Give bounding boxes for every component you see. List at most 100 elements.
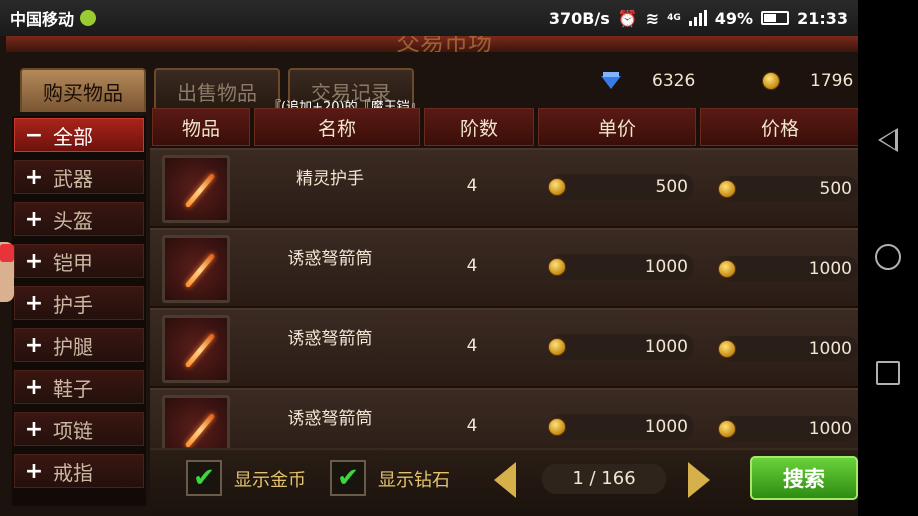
checkmark-icon: ✔ [337,463,359,493]
column-header-item: 物品 [152,108,250,146]
unit-price-value: 1000 [644,417,688,437]
unit-price: 1000 [548,414,694,440]
net-speed: 370B/s [548,8,610,28]
item-name: 精灵护手 [296,169,364,189]
bottom-toolbar: ✔ 显示金币 ✔ 显示钻石 1 / 166 搜索 [150,448,858,516]
category-label: 铠甲 [53,250,93,275]
gold-coin-icon [718,420,736,438]
category-sidebar: − 全部 + 武器 + 头盔 + 铠甲 + 护手 + 护腿 + 鞋子 + 项链 + 戒指 [12,116,146,506]
arrow-left-icon [494,462,516,498]
category-legs[interactable]: + 护腿 [14,328,144,362]
gold-coin-icon [548,258,566,276]
wifi-icon: ≋ [645,8,660,28]
item-name: 诱惑弩箭筒 [287,249,373,269]
category-all[interactable]: − 全部 [14,118,144,152]
gold-coin-icon [718,340,736,358]
show-diamond-label: 显示钻石 [378,470,450,491]
category-ring[interactable]: + 戒指 [14,454,144,488]
clock: 21:33 [797,8,848,28]
home-icon[interactable] [875,244,901,270]
market-panel: 交易市场 购买物品 出售物品 交易记录 6326 1796 『(追加+20)的『… [0,36,858,516]
tab-sell[interactable]: 出售物品 [154,68,280,112]
price-value: 1000 [808,419,852,439]
item-thumbnail [162,235,230,303]
category-helmet[interactable]: + 头盔 [14,202,144,236]
back-icon[interactable] [874,128,898,152]
diamond-count: 6326 [652,71,696,91]
notification-badge-icon [0,244,14,262]
category-label: 护手 [53,292,93,317]
table-row[interactable]: 精灵护手 4 500 500 [150,148,858,226]
gold-coin-icon [718,180,736,198]
system-nav-bar [858,0,918,516]
app-notification-icon [80,10,97,26]
item-thumbnail [162,155,230,223]
gold-coin-icon [548,338,566,356]
category-label: 项链 [53,418,93,443]
category-label: 戒指 [53,460,93,485]
expand-icon: + [24,164,44,190]
status-indicators: 370B/s ⏰ ≋ 4G 49% 21:33 [549,9,848,28]
table-row[interactable]: 诱惑弩箭筒 4 1000 1000 [150,308,858,386]
gold-coin-icon [548,418,566,436]
tab-buy[interactable]: 购买物品 [20,68,146,112]
item-thumbnail [162,315,230,383]
unit-price: 1000 [548,254,694,280]
show-diamond-checkbox[interactable]: ✔ [330,460,366,496]
category-label: 头盔 [53,208,93,233]
arrow-right-icon [688,462,710,498]
category-label: 全部 [53,124,93,149]
collapse-icon: − [24,122,44,148]
expand-icon: + [24,248,44,274]
gold-coin-icon [718,260,736,278]
signal-icon [688,10,707,26]
expand-icon: + [24,458,44,484]
total-price: 500 [718,176,858,202]
column-header-tier: 阶数 [424,108,534,146]
panel-title-bar: 交易市场 [6,36,858,52]
recent-apps-icon[interactable] [876,361,900,385]
checkmark-icon: ✔ [193,463,215,493]
category-armor[interactable]: + 铠甲 [14,244,144,278]
carrier-group: 中国移动 [10,6,97,30]
unit-price-value: 1000 [644,337,688,357]
gold-count: 1796 [810,71,854,91]
table-row[interactable]: 诱惑弩箭筒 4 1000 1000 [150,228,858,306]
gold-coin-icon [762,72,780,90]
unit-price-value: 1000 [644,257,688,277]
gold-coin-icon [548,178,566,196]
status-bar: 中国移动 370B/s ⏰ ≋ 4G 49% 21:33 [0,0,858,36]
expand-icon: + [24,416,44,442]
category-shoes[interactable]: + 鞋子 [14,370,144,404]
page-indicator: 1 / 166 [542,464,666,494]
prev-page-button[interactable] [490,458,520,502]
expand-icon: + [24,290,44,316]
category-label: 武器 [53,166,93,191]
expand-icon: + [24,332,44,358]
expand-icon: + [24,206,44,232]
price-value: 1000 [808,259,852,279]
network-type: 4G [667,13,681,23]
category-weapon[interactable]: + 武器 [14,160,144,194]
carrier-name: 中国移动 [10,10,75,29]
diamond-icon [600,72,622,90]
unit-price: 500 [548,174,694,200]
diamond-balance: 6326 [600,68,695,94]
category-necklace[interactable]: + 项链 [14,412,144,446]
table-header: 物品 名称 阶数 单价 价格 [150,108,858,146]
category-gloves[interactable]: + 护手 [14,286,144,320]
item-tier: 4 [466,336,478,356]
gold-balance: 1796 [762,68,853,94]
battery-icon [761,11,790,25]
unit-price: 1000 [548,334,694,360]
price-value: 500 [819,179,852,199]
floating-assistant-handle[interactable] [0,242,14,302]
next-page-button[interactable] [684,458,714,502]
item-tier: 4 [466,416,478,436]
alarm-icon: ⏰ [617,8,638,28]
item-table: 物品 名称 阶数 单价 价格 精灵护手 4 500 500 诱惑弩箭筒 4 10… [150,108,858,480]
total-price: 1000 [718,256,858,282]
column-header-price: 价格 [700,108,858,146]
show-gold-checkbox[interactable]: ✔ [186,460,222,496]
search-button[interactable]: 搜索 [750,456,858,500]
